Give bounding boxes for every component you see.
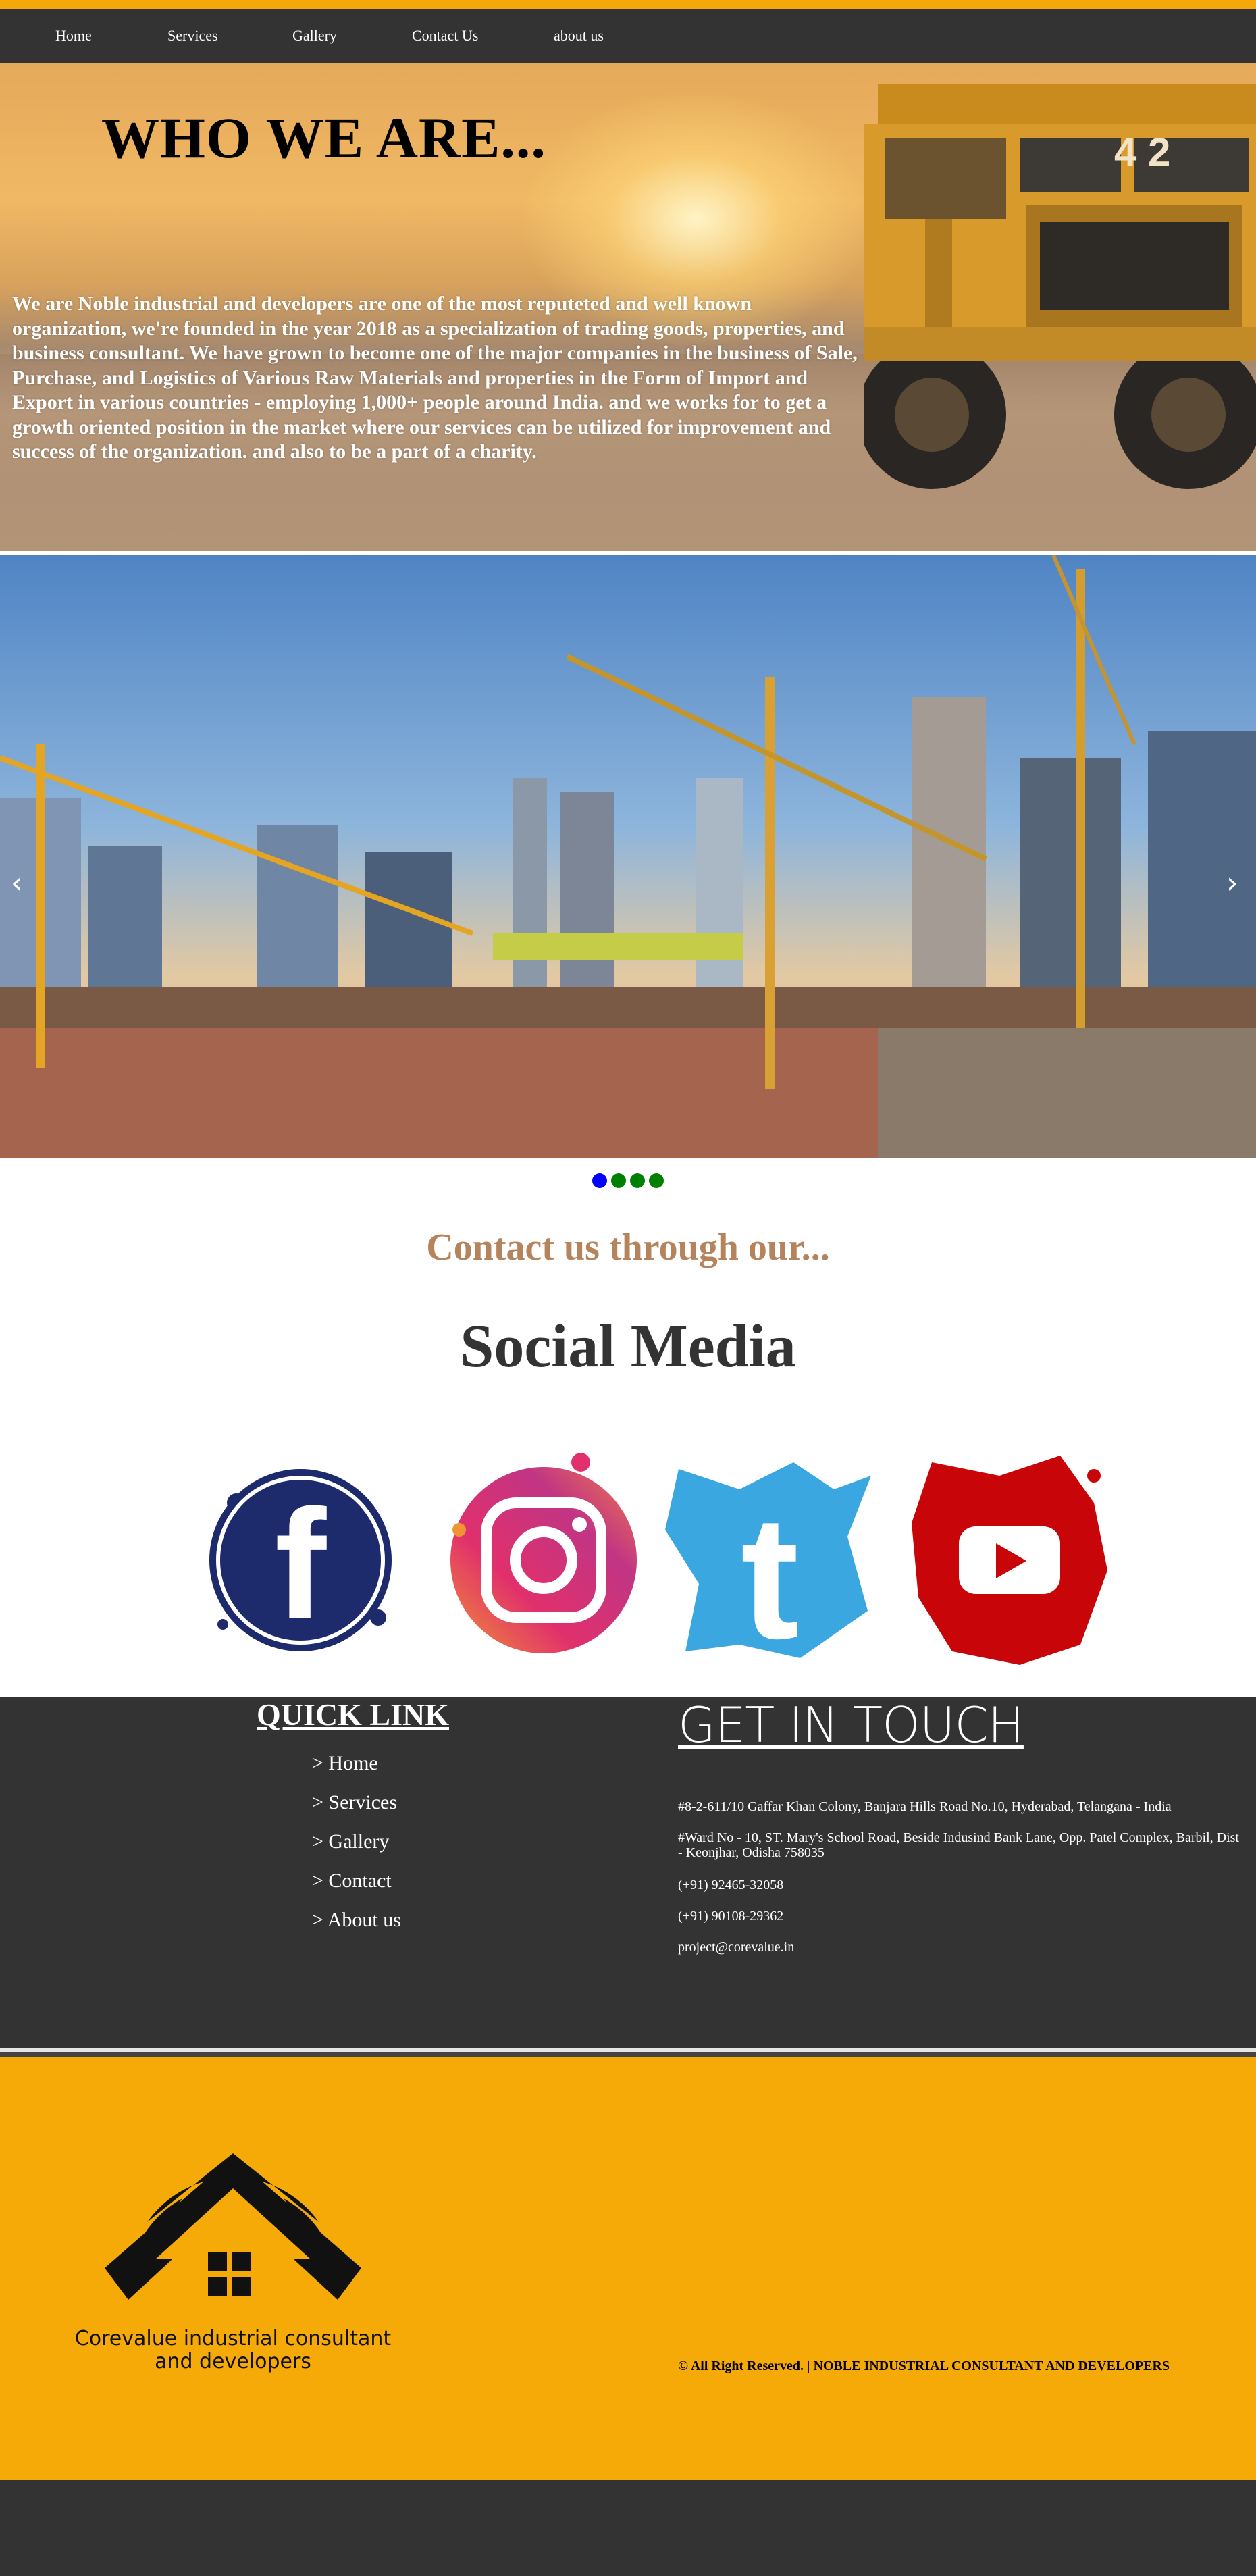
copyright-notice: © All Right Reserved. | NOBLE INDUSTRIAL… [678,2359,1170,2373]
get-in-touch-title: GET IN TOUCH [678,1697,1024,1753]
address-hyderabad: #8-2-611/10 Gaffar Khan Colony, Banjara … [678,1799,1172,1814]
footer: QUICK LINK > Home > Services > Gallery >… [0,1697,1256,2048]
construction-city-slide [0,555,1256,1158]
bottom-bar [0,2480,1256,2576]
phone-1: (+91) 92465-32058 [678,1878,784,1892]
youtube-icon[interactable] [905,1449,1114,1672]
footer-link-gallery[interactable]: > Gallery [312,1830,389,1853]
carousel-next-icon[interactable]: › [1226,866,1238,900]
company-logo-text: Corevalue industrial consultant and deve… [68,2327,398,2373]
hero-description: We are Noble industrial and developers a… [12,292,858,463]
image-carousel: ‹ › [0,555,1256,1158]
who-we-are-hero: 4 2 WHO WE ARE... We are Noble industria… [0,63,1256,551]
phone-2: (+91) 90108-29362 [678,1909,784,1924]
svg-text:f: f [275,1477,328,1651]
facebook-icon[interactable]: f [196,1449,405,1672]
footer-link-home[interactable]: > Home [312,1752,378,1775]
logo-line-2: and developers [155,2350,311,2373]
address-barbil: #Ward No - 10, ST. Mary's School Road, B… [678,1830,1239,1860]
svg-text:t: t [741,1480,800,1672]
dump-truck-image: 4 2 [864,84,1256,489]
hero-title: WHO WE ARE... [101,105,546,170]
footer-link-services[interactable]: > Services [312,1791,397,1814]
carousel-dot[interactable] [611,1173,626,1188]
contact-heading: Contact us through our... [426,1227,830,1268]
main-navbar: Home Services Gallery Contact Us about u… [0,9,1256,63]
nav-gallery-link[interactable]: Gallery [292,27,337,45]
truck-number: 4 2 [1114,130,1170,175]
carousel-dot[interactable] [649,1173,664,1188]
social-media-heading: Social Media [460,1313,796,1380]
top-accent-bar [0,0,1256,9]
email-address: project@corevalue.in [678,1940,795,1955]
footer-link-contact[interactable]: > Contact [312,1870,392,1892]
footer-divider-dark [0,2052,1256,2057]
logo-line-1: Corevalue industrial consultant [74,2327,392,2350]
carousel-prev-icon[interactable]: ‹ [11,866,23,900]
nav-services-link[interactable]: Services [167,27,218,45]
carousel-dot[interactable] [592,1173,607,1188]
instagram-icon[interactable] [439,1449,648,1672]
quick-link-title: QUICK LINK [257,1697,449,1732]
nav-home-link[interactable]: Home [55,27,92,45]
footer-link-about[interactable]: > About us [312,1909,401,1932]
nav-about-link[interactable]: about us [554,27,604,45]
carousel-dot[interactable] [630,1173,645,1188]
nav-contact-link[interactable]: Contact Us [412,27,478,45]
twitter-icon[interactable]: t [665,1449,874,1676]
